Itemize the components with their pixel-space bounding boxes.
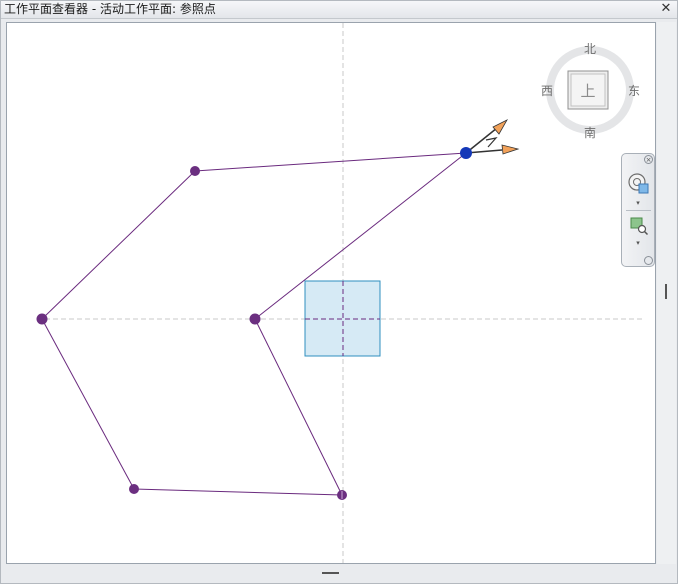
window-title: 工作平面查看器 - 活动工作平面: 参照点 [4,2,216,16]
zoom-region-icon[interactable] [629,216,649,236]
reference-point[interactable] [190,166,200,176]
vertical-scrollbar[interactable] [657,22,676,564]
reference-point[interactable] [36,313,48,325]
sketch-line[interactable] [41,170,196,320]
nav-bar-separator [626,210,651,211]
drawing-canvas[interactable]: 上 北 南 东 西 [7,23,656,564]
compass-north-label[interactable]: 北 [584,42,596,56]
nav-bar-close-button[interactable]: × [644,155,653,164]
full-navigation-wheel-icon[interactable] [626,171,652,197]
sketch-line[interactable] [194,152,467,172]
gizmo-arrow-x-icon[interactable] [501,144,520,155]
sketch-line[interactable] [133,488,343,496]
compass-east-label[interactable]: 东 [628,84,640,98]
drawing-viewport[interactable]: 上 北 南 东 西 × ▾ ▾ [6,22,656,564]
sketch-line[interactable] [41,318,135,490]
viewcube[interactable]: 上 北 南 东 西 [541,42,640,140]
close-button[interactable]: ✕ [659,2,673,16]
compass-south-label[interactable]: 南 [584,125,596,140]
bottom-resize-area[interactable] [6,565,656,581]
selected-reference-point[interactable] [460,147,472,159]
reference-point[interactable] [129,484,139,494]
axis-gizmo[interactable] [465,119,520,155]
zoom-dropdown[interactable]: ▾ [622,239,654,247]
horizontal-resize-grip[interactable] [322,572,339,574]
viewcube-face-label[interactable]: 上 [580,82,595,100]
vertical-scroll-grip[interactable] [665,284,667,299]
title-bar[interactable]: 工作平面查看器 - 活动工作平面: 参照点 ✕ [1,1,677,19]
navigation-wheel-dropdown[interactable]: ▾ [622,199,654,207]
navigation-bar: × ▾ ▾ [621,153,655,267]
gizmo-arrow-y-icon[interactable] [492,119,509,135]
reference-point[interactable] [249,313,261,325]
nav-bar-options-button[interactable] [644,256,653,265]
compass-west-label[interactable]: 西 [541,84,553,98]
gizmo-plane-icon[interactable] [485,137,498,148]
workplane-viewer-window: 工作平面查看器 - 活动工作平面: 参照点 ✕ 上 北 南 东 西 × ▾ ▾ [0,0,678,584]
